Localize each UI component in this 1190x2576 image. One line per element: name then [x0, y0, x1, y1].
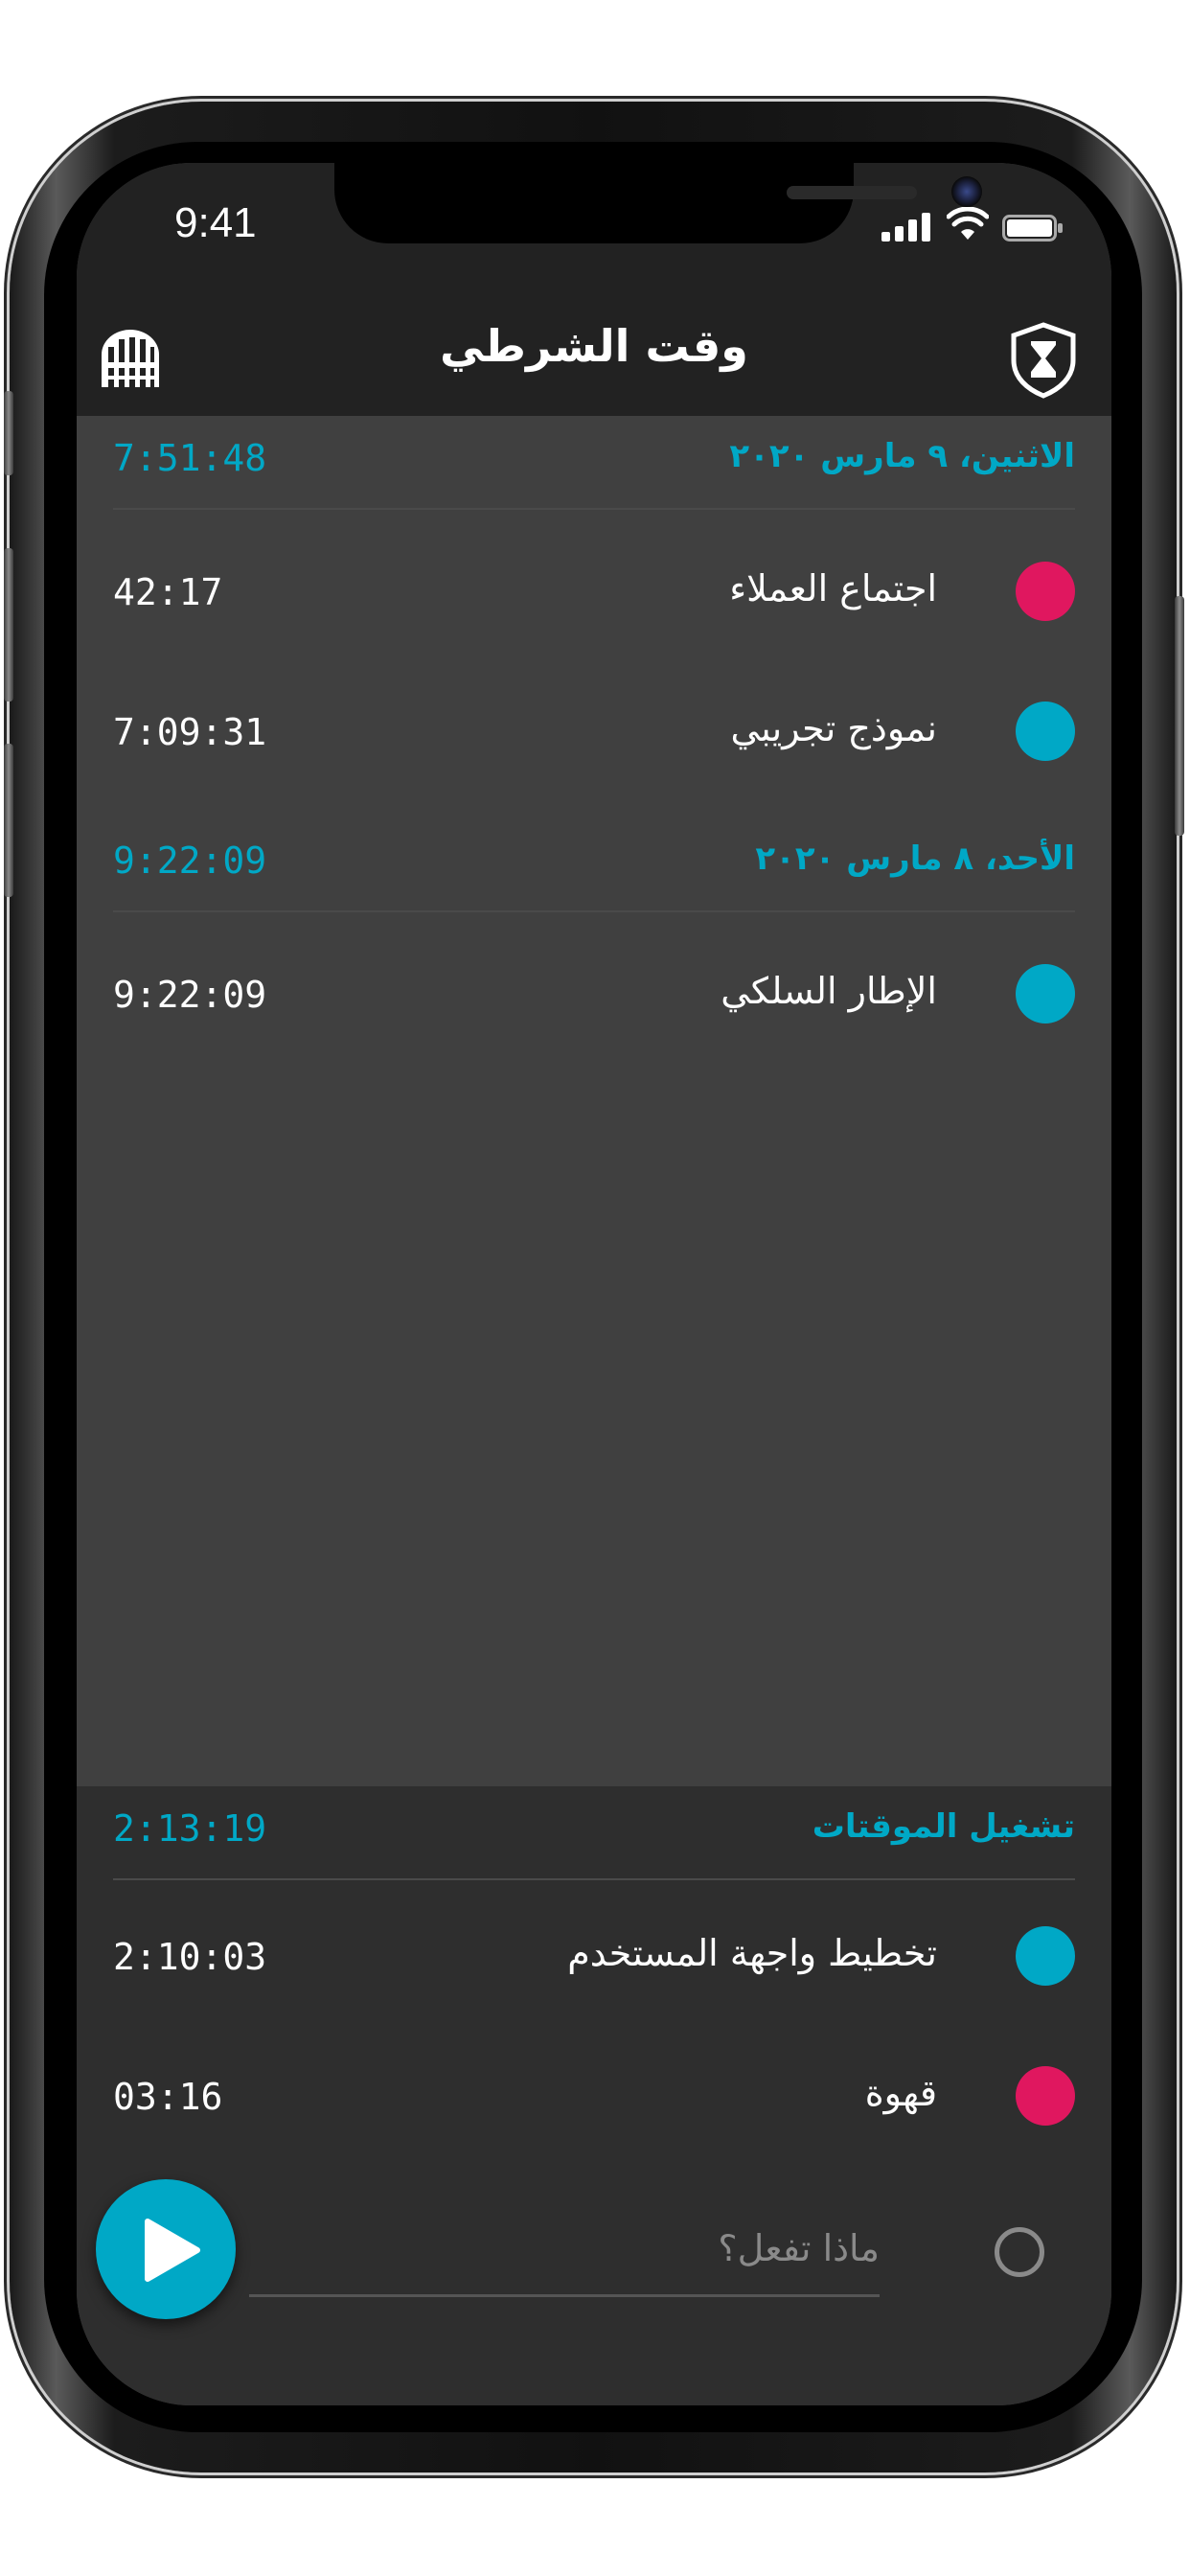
project-color-dot	[1016, 964, 1075, 1024]
screen: 9:41 وقت الشرطي الاثنين، ٩ مارس ٢٠٢٠ 7:5…	[77, 163, 1111, 2405]
entry-label: الإطار السلكي	[721, 970, 937, 1012]
day-title: الاثنين، ٩ مارس ٢٠٢٠	[729, 437, 1075, 475]
project-color-dot	[1016, 702, 1075, 761]
project-color-dot	[1016, 1926, 1075, 1986]
running-timer[interactable]: قهوة 03:16	[113, 2034, 1075, 2158]
day-title: الأحد، ٨ مارس ٢٠٢٠	[755, 840, 1075, 878]
shield-hourglass-icon[interactable]	[1010, 322, 1077, 399]
timer-label: تخطيط واجهة المستخدم	[567, 1932, 937, 1974]
entry-duration: 9:22:09	[113, 974, 267, 1016]
wifi-icon	[947, 207, 989, 240]
time-entry[interactable]: الإطار السلكي 9:22:09	[113, 932, 1075, 1056]
cellular-signal-icon	[881, 213, 930, 242]
volume-down-button	[4, 744, 13, 897]
running-timer[interactable]: تخطيط واجهة المستخدم 2:10:03	[113, 1894, 1075, 2018]
timer-duration: 2:10:03	[113, 1936, 267, 1978]
front-camera	[951, 176, 982, 207]
nav-bar: وقت الشرطي	[77, 297, 1111, 416]
running-header: تشغيل الموقتات 2:13:19	[113, 1786, 1075, 1880]
play-icon	[145, 2219, 200, 2282]
status-bar: 9:41	[77, 163, 1111, 297]
day-total: 9:22:09	[113, 840, 267, 882]
project-picker-circle[interactable]	[995, 2227, 1044, 2277]
time-entry[interactable]: نموذج تجريبي 7:09:31	[113, 669, 1075, 794]
day-header: الأحد، ٨ مارس ٢٠٢٠ 9:22:09	[113, 818, 1075, 912]
entry-label: نموذج تجريبي	[730, 707, 938, 749]
time-entry[interactable]: اجتماع العملاء 42:17	[113, 529, 1075, 654]
status-time: 9:41	[174, 199, 257, 246]
silent-switch	[4, 391, 13, 475]
time-entries-list: الاثنين، ٩ مارس ٢٠٢٠ 7:51:48 اجتماع العم…	[77, 416, 1111, 1786]
volume-up-button	[4, 548, 13, 702]
timer-label: قهوة	[864, 2072, 937, 2114]
notch	[334, 163, 982, 243]
project-color-dot	[1016, 2066, 1075, 2126]
page-title: وقت الشرطي	[440, 320, 748, 372]
project-color-dot	[1016, 562, 1075, 621]
running-title: تشغيل الموقتات	[812, 1807, 1075, 1846]
running-total: 2:13:19	[113, 1807, 267, 1850]
entry-label: اجتماع العملاء	[729, 567, 937, 610]
speaker-grille	[787, 186, 917, 199]
what-are-you-doing-input[interactable]	[249, 2202, 880, 2297]
day-total: 7:51:48	[113, 437, 267, 479]
power-button	[1175, 596, 1184, 836]
entry-duration: 42:17	[113, 571, 223, 613]
battery-icon	[1002, 215, 1063, 242]
start-timer-button[interactable]	[96, 2179, 236, 2319]
running-timers-panel: تشغيل الموقتات 2:13:19 تخطيط واجهة المست…	[77, 1786, 1111, 2405]
day-header: الاثنين، ٩ مارس ٢٠٢٠ 7:51:48	[113, 416, 1075, 510]
timer-duration: 03:16	[113, 2076, 223, 2118]
entry-duration: 7:09:31	[113, 711, 267, 753]
